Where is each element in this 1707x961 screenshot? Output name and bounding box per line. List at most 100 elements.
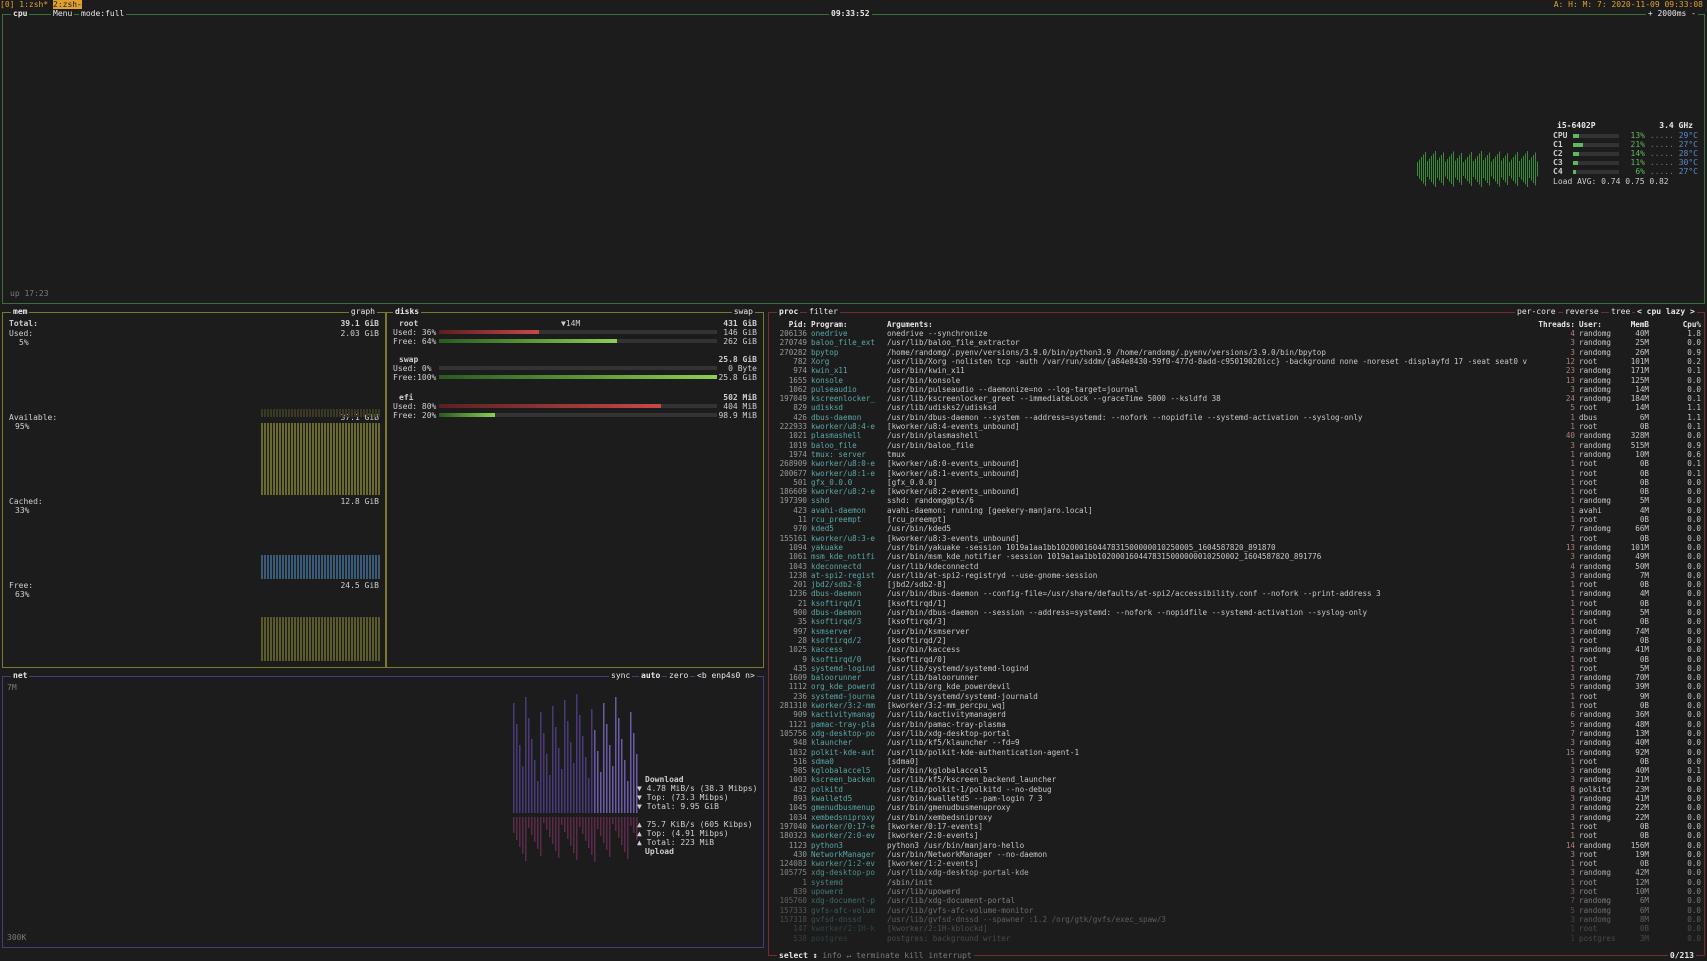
net-zero-toggle[interactable]: zero bbox=[667, 671, 691, 681]
proc-filter[interactable]: filter bbox=[807, 307, 840, 317]
process-row[interactable]: 839 upowerd/usr/lib/upowerd bbox=[775, 887, 1527, 896]
process-row[interactable]: 435 systemd-logind/usr/lib/systemd/system… bbox=[775, 664, 1527, 673]
proc-header-mem[interactable]: MemB bbox=[1623, 320, 1649, 329]
process-row[interactable]: 21 ksoftirqd/1 [ksoftirqd/1] bbox=[775, 599, 1527, 608]
tmux-window-1[interactable]: [0] 1:zsh* bbox=[0, 0, 48, 9]
cpu-panel-title[interactable]: cpu bbox=[11, 9, 30, 19]
process-row[interactable]: 147 kworker/2:1H-k [kworker/2:1H-kblockd] bbox=[775, 924, 1527, 933]
process-row[interactable]: 157318 gvfsd-dnssd/usr/lib/gvfsd-dnssd --… bbox=[775, 915, 1527, 924]
process-row[interactable]: 997 ksmserver/usr/bin/ksmserver bbox=[775, 627, 1527, 636]
info-control[interactable]: info ↵ bbox=[822, 951, 851, 960]
proc-header-cpu[interactable]: Cpu% bbox=[1675, 320, 1701, 329]
proc-header-pid[interactable]: Pid: bbox=[775, 320, 807, 329]
process-row[interactable]: 270282 bpytop/home/randomg/.pyenv/version… bbox=[775, 348, 1527, 357]
proc-header-args[interactable]: Arguments: bbox=[887, 320, 1527, 329]
process-row[interactable]: 1025 kaccess/usr/bin/kaccess bbox=[775, 645, 1527, 654]
proc-header-threads[interactable]: Threads: bbox=[1535, 320, 1575, 329]
process-row[interactable]: 197390 sshd sshd: randomg@pts/6 bbox=[775, 496, 1527, 505]
process-row[interactable]: 1021 plasmashell/usr/bin/plasmashell bbox=[775, 431, 1527, 440]
mem-panel-title[interactable]: mem bbox=[11, 307, 30, 317]
mem-graph-toggle[interactable]: graph bbox=[348, 307, 377, 317]
net-auto-toggle[interactable]: auto bbox=[639, 671, 663, 681]
process-row[interactable]: 1121 pamac-tray-pla/usr/bin/pamac-tray-pl… bbox=[775, 720, 1527, 729]
process-row[interactable]: 155161 kworker/u8:3-e [kworker/u8:3-events… bbox=[775, 534, 1527, 543]
process-row[interactable]: 105760 xdg-document-p/usr/lib/xdg-documen… bbox=[775, 896, 1527, 905]
process-row[interactable]: 426 dbus-daemon/usr/bin/dbus-daemon --sys… bbox=[775, 413, 1527, 422]
process-row[interactable]: 200677 kworker/u8:1-e [kworker/u8:1-events… bbox=[775, 469, 1527, 478]
process-row[interactable]: 985 kglobalaccel5/usr/bin/kglobalaccel5 bbox=[775, 766, 1527, 775]
process-row[interactable]: 186609 kworker/u8:2-e [kworker/u8:2-events… bbox=[775, 487, 1527, 496]
update-interval[interactable]: + 2000ms - bbox=[1645, 9, 1698, 19]
process-row[interactable]: 268909 kworker/u8:0-e [kworker/u8:0-events… bbox=[775, 459, 1527, 468]
disks-panel-title[interactable]: disks bbox=[393, 307, 422, 317]
process-row[interactable]: 893 kwalletd5/usr/bin/kwalletd5 --pam-log… bbox=[775, 794, 1527, 803]
proc-reverse-toggle[interactable]: reverse bbox=[1563, 307, 1601, 317]
process-row[interactable]: 430 NetworkManager/usr/bin/NetworkManager… bbox=[775, 850, 1527, 859]
process-row[interactable]: 900 dbus-daemon/usr/bin/dbus-daemon --ses… bbox=[775, 608, 1527, 617]
process-row[interactable]: 236 systemd-journa/usr/lib/systemd/system… bbox=[775, 692, 1527, 701]
process-row[interactable]: 1032 polkit-kde-aut/usr/lib/polkit-kde-au… bbox=[775, 748, 1527, 757]
process-row[interactable]: 432 polkitd/usr/lib/polkit-1/polkitd --no… bbox=[775, 785, 1527, 794]
process-row[interactable]: 1045 gmenudbusmenup/usr/bin/gmenudbusmenu… bbox=[775, 803, 1527, 812]
process-row[interactable]: 157333 gvfs-afc-volum/usr/lib/gvfs-afc-vo… bbox=[775, 906, 1527, 915]
mode-toggle[interactable]: mode:full bbox=[79, 9, 127, 19]
process-row[interactable]: 948 klauncher/usr/lib/kf5/klauncher --fd=… bbox=[775, 738, 1527, 747]
select-control[interactable]: select ↕ bbox=[779, 951, 818, 960]
process-row[interactable]: 11 rcu_preempt [rcu_preempt] bbox=[775, 515, 1527, 524]
process-row[interactable]: 206136 onedrive onedrive --synchronize bbox=[775, 329, 1527, 338]
proc-tree-toggle[interactable]: tree bbox=[1609, 307, 1633, 317]
process-row[interactable]: 124083 kworker/1:2-ev [kworker/1:2-events] bbox=[775, 859, 1527, 868]
process-row[interactable]: 829 udisksd/usr/lib/udisks2/udisksd bbox=[775, 403, 1527, 412]
process-row[interactable]: 974 kwin_x11/usr/bin/kwin_x11 bbox=[775, 366, 1527, 375]
process-row[interactable]: 1655 konsole/usr/bin/konsole bbox=[775, 376, 1527, 385]
process-row[interactable]: 1019 baloo_file/usr/bin/baloo_file bbox=[775, 441, 1527, 450]
process-row[interactable]: 970 kded5/usr/bin/kded5 bbox=[775, 524, 1527, 533]
net-panel-title[interactable]: net bbox=[11, 671, 30, 681]
process-row[interactable]: 1 systemd/sbin/init bbox=[775, 878, 1527, 887]
proc-header-user[interactable]: User: bbox=[1579, 320, 1623, 329]
process-row[interactable]: 197049 kscreenlocker_ /usr/lib/kscreenlock… bbox=[775, 394, 1527, 403]
process-row[interactable]: 35 ksoftirqd/3 [ksoftirqd/3] bbox=[775, 617, 1527, 626]
process-row[interactable]: 1061 msm_kde_notifi/usr/bin/msm_kde_notif… bbox=[775, 552, 1527, 561]
tmux-window-2[interactable]: 2:zsh- bbox=[53, 0, 82, 9]
process-row[interactable]: 180323 kworker/2:0-ev [kworker/2:0-events] bbox=[775, 831, 1527, 840]
process-row[interactable]: 1112 org_kde_powerd/usr/lib/org_kde_power… bbox=[775, 682, 1527, 691]
process-row[interactable]: 538 postgres postgres: background writer bbox=[775, 934, 1527, 943]
process-row[interactable]: 270749 baloo_file_ext/usr/lib/baloo_file_… bbox=[775, 338, 1527, 347]
net-sync-toggle[interactable]: sync bbox=[609, 671, 633, 681]
terminate-control[interactable]: terminate bbox=[856, 951, 899, 960]
process-pid: 970 bbox=[793, 524, 807, 534]
process-row[interactable]: 28 ksoftirqd/2 [ksoftirqd/2] bbox=[775, 636, 1527, 645]
proc-per-core-toggle[interactable]: per-core bbox=[1515, 307, 1558, 317]
process-row[interactable]: 105756 xdg-desktop-po/usr/lib/xdg-desktop… bbox=[775, 729, 1527, 738]
process-row[interactable]: 516 sdma0 [sdma0] bbox=[775, 757, 1527, 766]
process-row[interactable]: 423 avahi-daemon avahi-daemon: running [ge… bbox=[775, 506, 1527, 515]
process-row[interactable]: 1062 pulseaudio/usr/bin/pulseaudio --daem… bbox=[775, 385, 1527, 394]
process-row[interactable]: 1043 kdeconnectd/usr/lib/kdeconnectd bbox=[775, 562, 1527, 571]
process-row[interactable]: 201 jbd2/sdb2-8 [jbd2/sdb2-8] bbox=[775, 580, 1527, 589]
net-interface-selector[interactable]: <b enp4s0 n> bbox=[695, 671, 757, 681]
process-row[interactable]: 1236 dbus-daemon/usr/bin/dbus-daemon --co… bbox=[775, 589, 1527, 598]
menu-button[interactable]: Menu bbox=[51, 9, 75, 19]
process-row[interactable]: 222933 kworker/u8:4-e [kworker/u8:4-events… bbox=[775, 422, 1527, 431]
kill-control[interactable]: kill bbox=[904, 951, 923, 960]
proc-sort-selector[interactable]: < cpu lazy > bbox=[1635, 307, 1697, 317]
process-row[interactable]: 197040 kworker/0:17-e [kworker/0:17-events… bbox=[775, 822, 1527, 831]
process-row[interactable]: 1238 at-spi2-regist/usr/lib/at-spi2-regis… bbox=[775, 571, 1527, 580]
proc-header-program[interactable]: Program: bbox=[811, 320, 883, 329]
process-row[interactable]: 1094 yakuake/usr/bin/yakuake -session 101… bbox=[775, 543, 1527, 552]
process-row[interactable]: 1974 tmux: server tmux bbox=[775, 450, 1527, 459]
process-row[interactable]: 909 kactivitymanag/usr/lib/kactivitymanag… bbox=[775, 710, 1527, 719]
interrupt-control[interactable]: interrupt bbox=[928, 951, 971, 960]
process-row[interactable]: 501 gfx_0.0.0 [gfx_0.0.0] bbox=[775, 478, 1527, 487]
process-row[interactable]: 1034 xembedsniproxy/usr/bin/xembedsniprox… bbox=[775, 813, 1527, 822]
process-row[interactable]: 782 Xorg/usr/lib/Xorg -nolisten tcp -auth… bbox=[775, 357, 1527, 366]
process-row[interactable]: 9 ksoftirqd/0 [ksoftirqd/0] bbox=[775, 655, 1527, 664]
swap-toggle[interactable]: swap bbox=[731, 307, 755, 317]
process-row[interactable]: 1123 python3 python3 /usr/bin/manjaro-hell… bbox=[775, 841, 1527, 850]
process-row[interactable]: 281310 kworker/3:2-mm [kworker/3:2-mm_perc… bbox=[775, 701, 1527, 710]
process-row[interactable]: 105775 xdg-desktop-po/usr/lib/xdg-desktop… bbox=[775, 868, 1527, 877]
proc-panel-title[interactable]: proc bbox=[777, 307, 801, 317]
process-row[interactable]: 1003 kscreen_backen/usr/lib/kf5/kscreen_b… bbox=[775, 775, 1527, 784]
process-row[interactable]: 1609 baloorunner/usr/lib/baloorunner bbox=[775, 673, 1527, 682]
